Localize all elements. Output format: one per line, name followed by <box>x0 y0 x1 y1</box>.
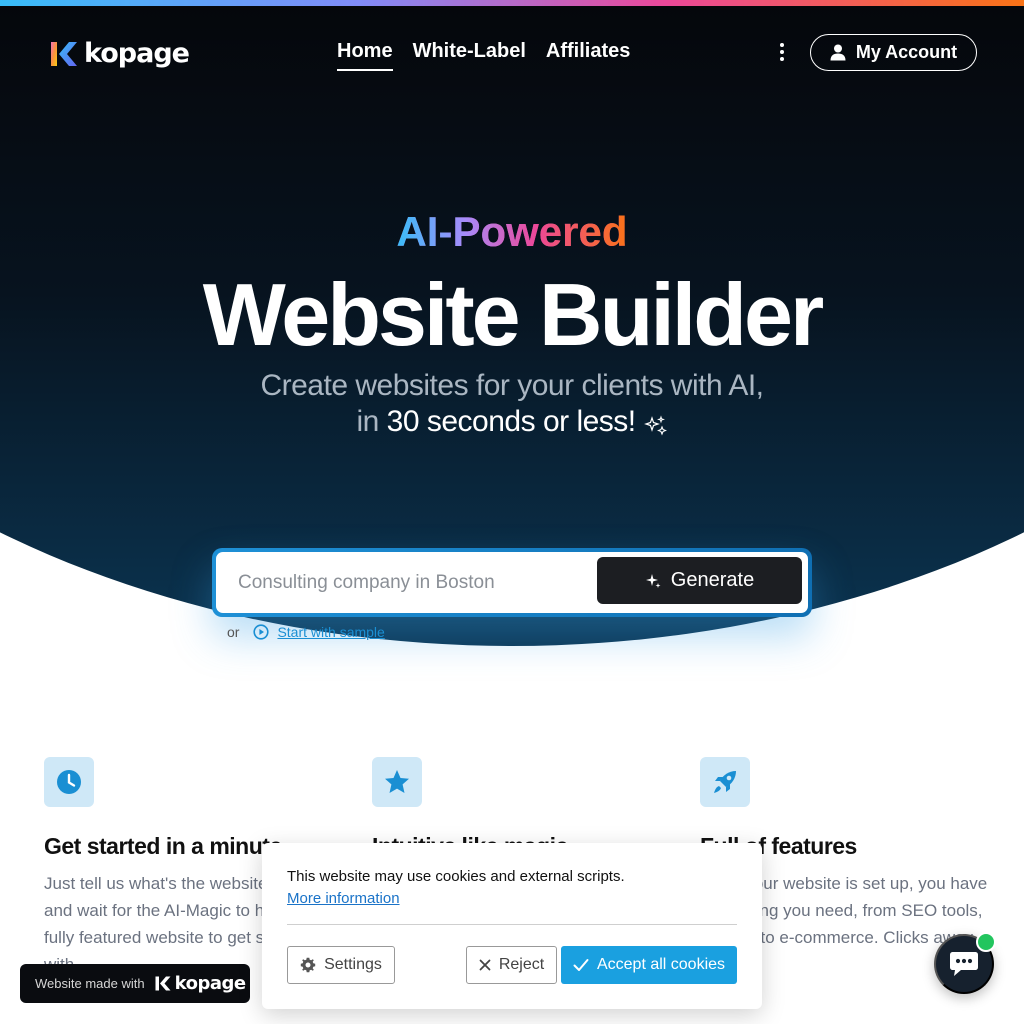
accept-label: Accept all cookies <box>596 956 726 973</box>
cookie-divider <box>287 924 737 925</box>
badge-logo: kopage <box>155 973 246 994</box>
more-information-link[interactable]: More information <box>287 890 400 907</box>
check-icon <box>573 959 589 971</box>
star-icon <box>372 757 422 807</box>
cookie-reject-button[interactable]: Reject <box>466 946 557 984</box>
clock-icon <box>44 757 94 807</box>
hero-headline: Website Builder <box>202 265 824 364</box>
start-with-sample-link[interactable]: Start with sample <box>277 624 384 640</box>
my-account-button[interactable]: My Account <box>810 34 977 71</box>
nav-white-label[interactable]: White-Label <box>413 40 526 71</box>
made-with-badge[interactable]: Website made with kopage <box>20 964 250 1003</box>
or-label: or <box>227 624 240 640</box>
main-nav: Home White-Label Affiliates <box>337 40 630 71</box>
logo-wordmark: kopage <box>84 38 190 69</box>
sparkle-icon <box>643 414 668 436</box>
more-menu-icon[interactable] <box>772 42 792 62</box>
nav-home[interactable]: Home <box>337 40 393 71</box>
reject-label: Reject <box>498 956 545 973</box>
kopage-logo-icon <box>50 41 78 67</box>
generate-form-inner: Generate <box>216 552 808 613</box>
generate-form: Generate <box>212 548 812 617</box>
chat-bubble-icon <box>950 952 978 976</box>
close-icon <box>479 959 491 971</box>
settings-label: Settings <box>324 956 382 973</box>
sample-row: or Start with sample <box>227 624 385 640</box>
sparkle-icon <box>645 573 661 588</box>
site-header: kopage Home White-Label Affiliates My Ac… <box>0 30 1024 74</box>
nav-affiliates[interactable]: Affiliates <box>546 40 630 71</box>
site-logo[interactable]: kopage <box>50 38 190 69</box>
cookie-banner: This website may use cookies and externa… <box>262 843 762 1009</box>
cookie-accept-all-button[interactable]: Accept all cookies <box>561 946 737 984</box>
gear-icon <box>300 957 316 973</box>
rocket-icon <box>700 757 750 807</box>
hero-subline: Create websites for your clients with AI… <box>0 368 1024 443</box>
cookie-settings-button[interactable]: Settings <box>287 946 395 984</box>
my-account-label: My Account <box>855 42 958 62</box>
online-status-dot <box>976 932 996 952</box>
generate-label: Generate <box>670 569 755 591</box>
hero-eyebrow: AI-Powered <box>0 208 1024 256</box>
cookie-actions: Settings Reject Accept all cookies <box>287 946 737 984</box>
kopage-logo-icon <box>155 976 171 991</box>
badge-label: Website made with <box>35 976 145 991</box>
hero-subline-line2: in 30 seconds or less! <box>0 404 1024 443</box>
hero-subline-line1: Create websites for your clients with AI… <box>260 369 764 402</box>
website-description-input[interactable] <box>216 552 596 613</box>
cookie-text: This website may use cookies and externa… <box>287 868 625 885</box>
user-icon <box>830 44 846 61</box>
generate-button[interactable]: Generate <box>597 557 802 604</box>
play-circle-icon[interactable] <box>253 624 270 640</box>
